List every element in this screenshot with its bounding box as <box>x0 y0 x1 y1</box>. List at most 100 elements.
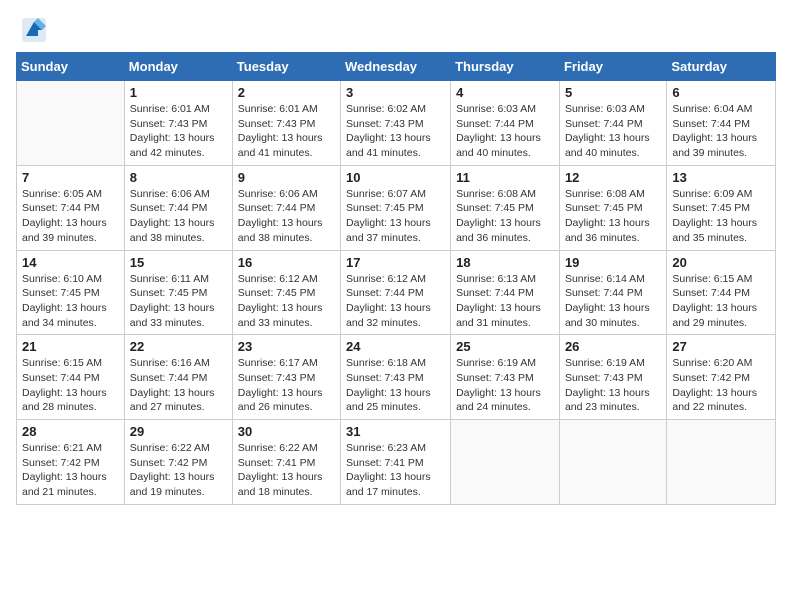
day-info: Sunrise: 6:22 AMSunset: 7:42 PMDaylight:… <box>130 441 227 500</box>
day-number: 10 <box>346 170 445 185</box>
calendar-cell: 27 Sunrise: 6:20 AMSunset: 7:42 PMDayligh… <box>667 335 776 420</box>
calendar-cell: 29 Sunrise: 6:22 AMSunset: 7:42 PMDayligh… <box>124 420 232 505</box>
day-number: 22 <box>130 339 227 354</box>
day-info: Sunrise: 6:03 AMSunset: 7:44 PMDaylight:… <box>456 102 554 161</box>
day-number: 3 <box>346 85 445 100</box>
day-info: Sunrise: 6:10 AMSunset: 7:45 PMDaylight:… <box>22 272 119 331</box>
day-info: Sunrise: 6:22 AMSunset: 7:41 PMDaylight:… <box>238 441 335 500</box>
calendar-cell: 16 Sunrise: 6:12 AMSunset: 7:45 PMDayligh… <box>232 250 340 335</box>
logo <box>20 16 52 44</box>
day-number: 26 <box>565 339 661 354</box>
day-number: 27 <box>672 339 770 354</box>
day-info: Sunrise: 6:06 AMSunset: 7:44 PMDaylight:… <box>238 187 335 246</box>
day-number: 13 <box>672 170 770 185</box>
calendar-cell: 22 Sunrise: 6:16 AMSunset: 7:44 PMDayligh… <box>124 335 232 420</box>
week-row-4: 21 Sunrise: 6:15 AMSunset: 7:44 PMDayligh… <box>17 335 776 420</box>
calendar-cell <box>17 81 125 166</box>
calendar-cell: 28Sunrise: 6:21 AMSunset: 7:42 PMDayligh… <box>17 420 125 505</box>
day-info: Sunrise: 6:19 AMSunset: 7:43 PMDaylight:… <box>565 356 661 415</box>
day-info: Sunrise: 6:06 AMSunset: 7:44 PMDaylight:… <box>130 187 227 246</box>
day-number: 8 <box>130 170 227 185</box>
calendar-cell <box>667 420 776 505</box>
day-info: Sunrise: 6:03 AMSunset: 7:44 PMDaylight:… <box>565 102 661 161</box>
day-number: 6 <box>672 85 770 100</box>
calendar-cell: 4 Sunrise: 6:03 AMSunset: 7:44 PMDaylight… <box>451 81 560 166</box>
day-number: 11 <box>456 170 554 185</box>
day-number: 12 <box>565 170 661 185</box>
calendar-cell: 14 Sunrise: 6:10 AMSunset: 7:45 PMDayligh… <box>17 250 125 335</box>
day-info: Sunrise: 6:04 AMSunset: 7:44 PMDaylight:… <box>672 102 770 161</box>
week-row-3: 14 Sunrise: 6:10 AMSunset: 7:45 PMDayligh… <box>17 250 776 335</box>
day-number: 5 <box>565 85 661 100</box>
day-info: Sunrise: 6:12 AMSunset: 7:44 PMDaylight:… <box>346 272 445 331</box>
day-info: Sunrise: 6:15 AMSunset: 7:44 PMDaylight:… <box>22 356 119 415</box>
day-number: 23 <box>238 339 335 354</box>
calendar-cell: 24 Sunrise: 6:18 AMSunset: 7:43 PMDayligh… <box>341 335 451 420</box>
calendar-cell: 30 Sunrise: 6:22 AMSunset: 7:41 PMDayligh… <box>232 420 340 505</box>
day-number: 17 <box>346 255 445 270</box>
calendar-cell: 25Sunrise: 6:19 AMSunset: 7:43 PMDayligh… <box>451 335 560 420</box>
day-number: 31 <box>346 424 445 439</box>
day-info: Sunrise: 6:13 AMSunset: 7:44 PMDaylight:… <box>456 272 554 331</box>
weekday-header-sunday: Sunday <box>17 53 125 81</box>
weekday-header-wednesday: Wednesday <box>341 53 451 81</box>
weekday-header-row: SundayMondayTuesdayWednesdayThursdayFrid… <box>17 53 776 81</box>
day-number: 29 <box>130 424 227 439</box>
day-number: 30 <box>238 424 335 439</box>
calendar-cell: 7 Sunrise: 6:05 AMSunset: 7:44 PMDaylight… <box>17 165 125 250</box>
header <box>0 0 792 52</box>
calendar-cell <box>559 420 666 505</box>
calendar-cell: 1 Sunrise: 6:01 AMSunset: 7:43 PMDaylight… <box>124 81 232 166</box>
day-info: Sunrise: 6:01 AMSunset: 7:43 PMDaylight:… <box>130 102 227 161</box>
day-info: Sunrise: 6:07 AMSunset: 7:45 PMDaylight:… <box>346 187 445 246</box>
day-number: 4 <box>456 85 554 100</box>
day-number: 24 <box>346 339 445 354</box>
calendar-cell: 12 Sunrise: 6:08 AMSunset: 7:45 PMDayligh… <box>559 165 666 250</box>
day-number: 28 <box>22 424 119 439</box>
weekday-header-tuesday: Tuesday <box>232 53 340 81</box>
calendar-table: SundayMondayTuesdayWednesdayThursdayFrid… <box>16 52 776 505</box>
day-info: Sunrise: 6:01 AMSunset: 7:43 PMDaylight:… <box>238 102 335 161</box>
week-row-2: 7 Sunrise: 6:05 AMSunset: 7:44 PMDaylight… <box>17 165 776 250</box>
calendar-cell: 8 Sunrise: 6:06 AMSunset: 7:44 PMDaylight… <box>124 165 232 250</box>
calendar-cell: 20Sunrise: 6:15 AMSunset: 7:44 PMDayligh… <box>667 250 776 335</box>
day-info: Sunrise: 6:16 AMSunset: 7:44 PMDaylight:… <box>130 356 227 415</box>
day-info: Sunrise: 6:11 AMSunset: 7:45 PMDaylight:… <box>130 272 227 331</box>
day-info: Sunrise: 6:20 AMSunset: 7:42 PMDaylight:… <box>672 356 770 415</box>
calendar-cell: 9 Sunrise: 6:06 AMSunset: 7:44 PMDaylight… <box>232 165 340 250</box>
day-number: 16 <box>238 255 335 270</box>
day-info: Sunrise: 6:05 AMSunset: 7:44 PMDaylight:… <box>22 187 119 246</box>
calendar-cell <box>451 420 560 505</box>
calendar-cell: 10 Sunrise: 6:07 AMSunset: 7:45 PMDayligh… <box>341 165 451 250</box>
calendar-cell: 21 Sunrise: 6:15 AMSunset: 7:44 PMDayligh… <box>17 335 125 420</box>
calendar-cell: 6 Sunrise: 6:04 AMSunset: 7:44 PMDaylight… <box>667 81 776 166</box>
day-number: 1 <box>130 85 227 100</box>
day-info: Sunrise: 6:08 AMSunset: 7:45 PMDaylight:… <box>565 187 661 246</box>
day-number: 21 <box>22 339 119 354</box>
weekday-header-saturday: Saturday <box>667 53 776 81</box>
calendar-cell: 5 Sunrise: 6:03 AMSunset: 7:44 PMDaylight… <box>559 81 666 166</box>
day-number: 19 <box>565 255 661 270</box>
day-info: Sunrise: 6:18 AMSunset: 7:43 PMDaylight:… <box>346 356 445 415</box>
day-number: 14 <box>22 255 119 270</box>
calendar-cell: 19 Sunrise: 6:14 AMSunset: 7:44 PMDayligh… <box>559 250 666 335</box>
day-info: Sunrise: 6:02 AMSunset: 7:43 PMDaylight:… <box>346 102 445 161</box>
week-row-5: 28Sunrise: 6:21 AMSunset: 7:42 PMDayligh… <box>17 420 776 505</box>
day-number: 2 <box>238 85 335 100</box>
calendar-cell: 11 Sunrise: 6:08 AMSunset: 7:45 PMDayligh… <box>451 165 560 250</box>
weekday-header-monday: Monday <box>124 53 232 81</box>
calendar-cell: 26 Sunrise: 6:19 AMSunset: 7:43 PMDayligh… <box>559 335 666 420</box>
calendar-cell: 13Sunrise: 6:09 AMSunset: 7:45 PMDayligh… <box>667 165 776 250</box>
day-number: 15 <box>130 255 227 270</box>
day-number: 9 <box>238 170 335 185</box>
day-number: 7 <box>22 170 119 185</box>
logo-icon <box>20 16 48 44</box>
calendar-cell: 15 Sunrise: 6:11 AMSunset: 7:45 PMDayligh… <box>124 250 232 335</box>
day-info: Sunrise: 6:14 AMSunset: 7:44 PMDaylight:… <box>565 272 661 331</box>
day-number: 20 <box>672 255 770 270</box>
day-info: Sunrise: 6:12 AMSunset: 7:45 PMDaylight:… <box>238 272 335 331</box>
calendar-cell: 2 Sunrise: 6:01 AMSunset: 7:43 PMDaylight… <box>232 81 340 166</box>
day-info: Sunrise: 6:08 AMSunset: 7:45 PMDaylight:… <box>456 187 554 246</box>
day-info: Sunrise: 6:19 AMSunset: 7:43 PMDaylight:… <box>456 356 554 415</box>
weekday-header-friday: Friday <box>559 53 666 81</box>
